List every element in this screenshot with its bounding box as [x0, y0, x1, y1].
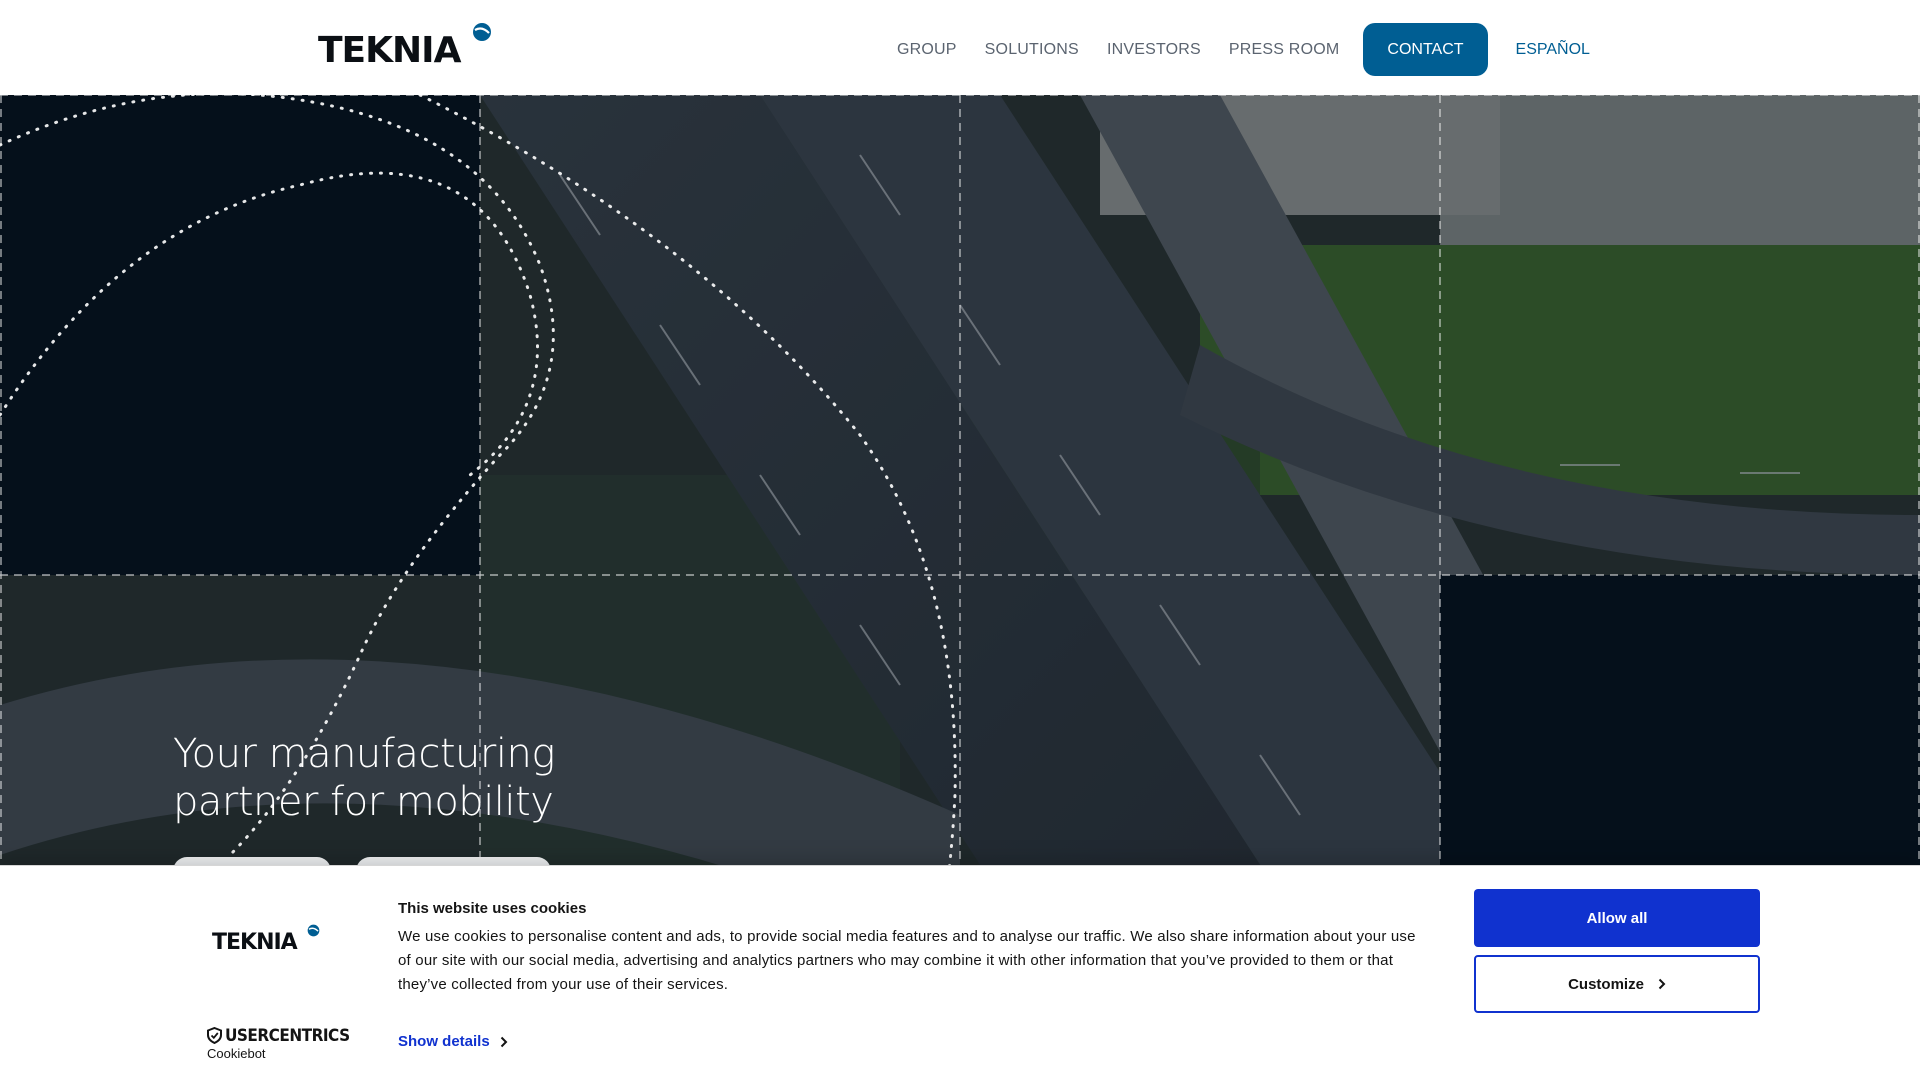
cookie-banner-logo: TEKNIA	[212, 924, 322, 960]
teknia-logo[interactable]: TEKNIA	[318, 20, 498, 71]
chevron-right-icon	[500, 1036, 508, 1047]
nav-investors[interactable]: INVESTORS	[1107, 41, 1201, 59]
cookie-title: This website uses cookies	[398, 900, 587, 917]
usercentrics-brand[interactable]: USERCENTRICS Cookiebot	[207, 1026, 350, 1066]
contact-button[interactable]: CONTACT	[1363, 23, 1488, 76]
logo-wordmark: TEKNIA	[318, 30, 461, 71]
nav-solutions[interactable]: SOLUTIONS	[985, 41, 1079, 59]
cookiebot-label: Cookiebot	[207, 1046, 266, 1061]
nav-press-room[interactable]: PRESS ROOM	[1229, 41, 1339, 59]
cookie-logo-wordmark: TEKNIA	[212, 930, 298, 955]
allow-all-button[interactable]: Allow all	[1474, 889, 1760, 947]
chevron-right-icon	[1658, 978, 1666, 990]
hero-title-line-1: Your manufacturing	[173, 731, 555, 777]
hero-title: Your manufacturing partner for mobility	[173, 730, 773, 826]
logo-dot-icon	[307, 924, 320, 937]
logo-dot-icon	[473, 23, 491, 41]
hero-title-line-2: partner for mobility	[173, 779, 554, 825]
customize-button[interactable]: Customize	[1474, 955, 1760, 1013]
cookie-description: We use cookies to personalise content an…	[398, 928, 1416, 993]
show-details-label: Show details	[398, 1033, 490, 1050]
shield-icon	[207, 1027, 222, 1044]
customize-label: Customize	[1568, 975, 1644, 993]
language-switch[interactable]: ESPAÑOL	[1516, 41, 1590, 59]
show-details-link[interactable]: Show details	[398, 1033, 508, 1050]
nav-group[interactable]: GROUP	[897, 41, 957, 59]
site-header: TEKNIA GROUP SOLUTIONS INVESTORS PRESS R…	[0, 0, 1920, 95]
main-nav: GROUP SOLUTIONS INVESTORS PRESS ROOM CON…	[897, 23, 1590, 76]
usercentrics-name: USERCENTRICS	[225, 1026, 350, 1046]
cookie-banner: TEKNIA USERCENTRICS Cookiebot This websi…	[0, 865, 1920, 1080]
